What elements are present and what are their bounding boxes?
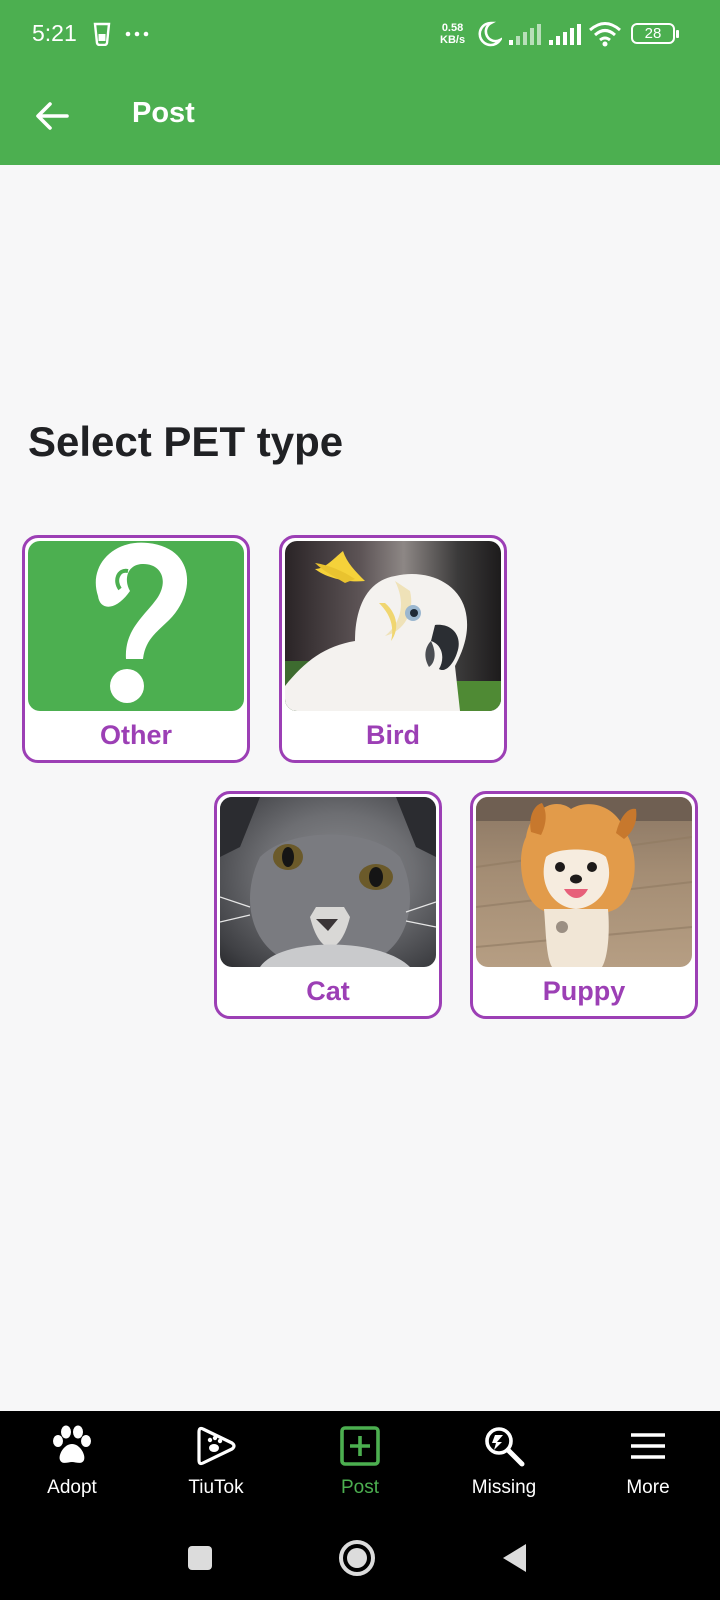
question-mark-icon <box>95 542 188 703</box>
back-triangle-icon[interactable] <box>500 1542 530 1574</box>
app-bar: Post <box>0 70 720 165</box>
page-title: Post <box>132 97 195 129</box>
cockatoo-photo <box>285 541 501 711</box>
add-box-icon <box>340 1426 380 1466</box>
battery-icon: 28 <box>631 23 679 44</box>
paw-icon <box>53 1425 91 1463</box>
recents-square-icon[interactable] <box>186 1544 214 1572</box>
nav-label: Adopt <box>47 1477 97 1498</box>
signal-icon <box>549 24 581 45</box>
arrow-back-icon <box>36 102 69 130</box>
pet-type-card-cat[interactable]: Cat <box>214 791 442 1019</box>
status-time: 5:21 <box>32 20 77 46</box>
question-mark-image <box>28 541 244 711</box>
home-circle-icon[interactable] <box>337 1538 377 1578</box>
network-speed-unit: KB/s <box>440 34 466 46</box>
section-heading: Select PET type <box>28 418 344 465</box>
back-button[interactable] <box>24 88 80 144</box>
pet-type-label: Cat <box>306 976 350 1006</box>
system-navigation-bar <box>0 1519 720 1600</box>
nav-label: More <box>626 1477 670 1498</box>
nav-item-tiutok[interactable]: TiuTok <box>144 1411 288 1519</box>
pomeranian-photo <box>476 797 692 967</box>
sim-icon <box>93 22 111 46</box>
nav-label: Missing <box>471 1477 537 1498</box>
network-speed-value: 0.58 <box>441 22 464 34</box>
nav-item-missing[interactable]: Missing <box>432 1411 576 1519</box>
wifi-icon <box>589 22 621 47</box>
app-header: 5:21 0.58 KB/s 28 Post <box>0 0 720 165</box>
pet-type-card-other[interactable]: Other <box>22 535 250 763</box>
status-bar: 5:21 0.58 KB/s 28 <box>0 0 720 70</box>
pet-type-label: Puppy <box>542 976 626 1006</box>
menu-icon <box>631 1433 665 1459</box>
nav-item-more[interactable]: More <box>576 1411 720 1519</box>
search-pet-icon <box>485 1427 525 1467</box>
nav-item-adopt[interactable]: Adopt <box>0 1411 144 1519</box>
pet-type-card-puppy[interactable]: Puppy <box>470 791 698 1019</box>
signal-icon <box>509 24 541 45</box>
nav-label: Post <box>340 1477 380 1498</box>
pet-type-label: Other <box>99 720 172 750</box>
pet-type-label: Bird <box>366 720 420 750</box>
nav-item-post[interactable]: Post <box>288 1411 432 1519</box>
nav-label: TiuTok <box>188 1477 244 1498</box>
grey-cat-photo <box>220 797 436 967</box>
pet-type-card-bird[interactable]: Bird <box>279 535 507 763</box>
moon-icon <box>478 21 502 47</box>
play-paw-icon <box>197 1426 236 1466</box>
network-speed: 0.58 KB/s <box>440 22 465 46</box>
bottom-navigation: Adopt TiuTok Post Missing More <box>0 1411 720 1519</box>
more-dots-icon <box>125 31 149 37</box>
